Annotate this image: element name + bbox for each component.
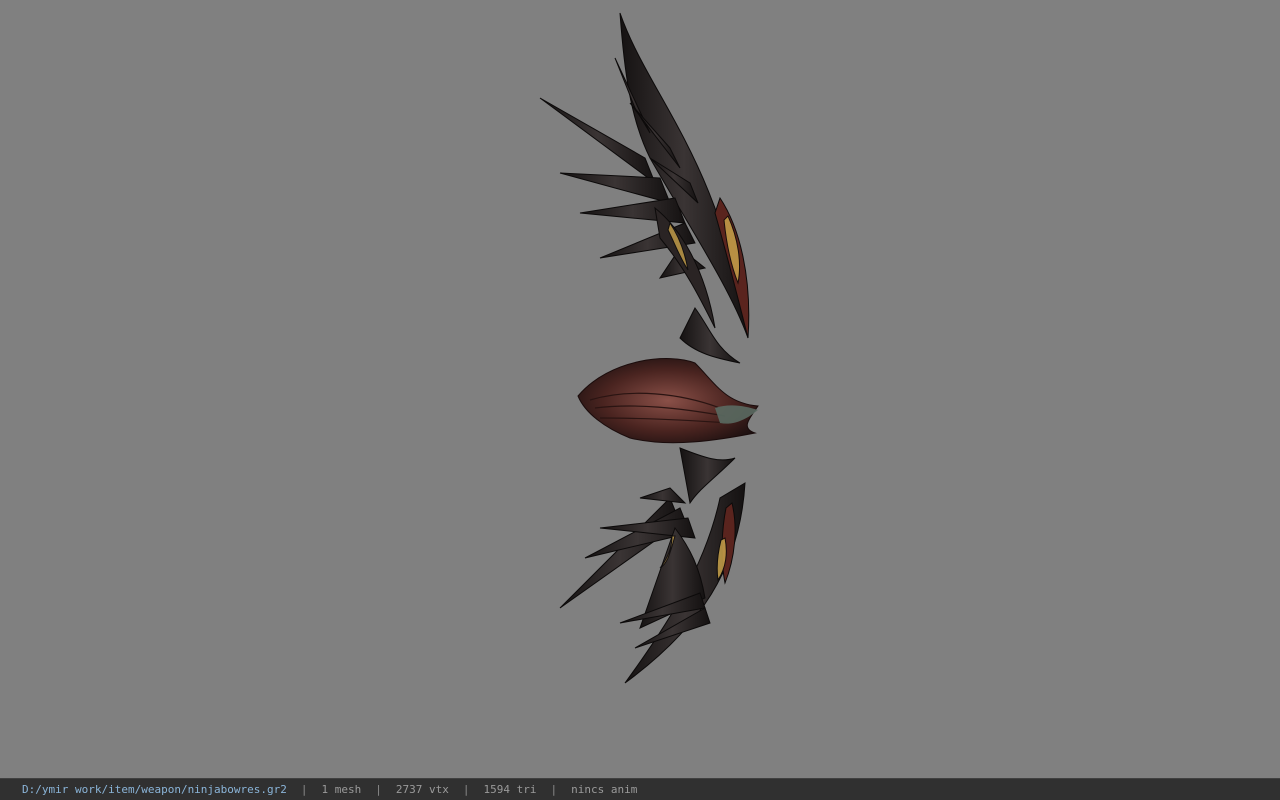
status-separator: | bbox=[375, 783, 382, 796]
bow-model bbox=[539, 12, 759, 684]
status-separator: | bbox=[550, 783, 558, 796]
status-bar: D:/ymir work/item/weapon/ninjabowres.gr2… bbox=[0, 778, 1280, 800]
file-path-label: D:/ymir work/item/weapon/ninjabowres.gr2 bbox=[22, 783, 287, 796]
bow-grip bbox=[577, 358, 759, 444]
status-separator: | bbox=[300, 783, 308, 796]
mesh-count-label: 1 mesh bbox=[321, 783, 362, 796]
vertex-count-label: 2737 vtx bbox=[395, 783, 449, 796]
3d-viewport[interactable] bbox=[0, 0, 1280, 778]
upper-limb bbox=[539, 12, 750, 364]
triangle-count-label: 1594 tri bbox=[483, 783, 537, 796]
animation-label: nincs anim bbox=[571, 783, 638, 796]
status-separator: | bbox=[462, 783, 470, 796]
lower-limb bbox=[559, 447, 746, 684]
